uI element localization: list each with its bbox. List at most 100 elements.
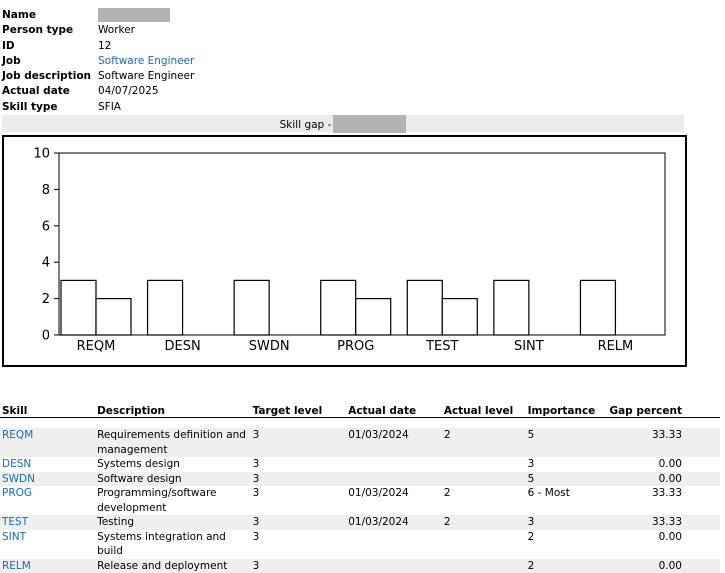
x-tick-label: DESN [164,339,200,354]
person-type-value: Worker [98,23,135,38]
col-header-gap-percent[interactable]: Gap percent [607,401,720,418]
gap-percent: 33.33 [607,428,720,457]
target-level: 3 [251,472,347,487]
skill-type-value: SFIA [98,100,121,115]
target-level-bar [494,280,529,335]
redacted-block [333,115,406,133]
skill-description: Testing [95,515,250,530]
target-level: 3 [251,559,347,573]
importance: 5 [526,472,608,487]
skill-gap-title: Skill gap - [280,119,332,131]
target-level: 3 [251,428,347,457]
table-row: TESTTesting301/03/20242333.33 [0,515,720,530]
target-level: 3 [251,515,347,530]
skill-code-link[interactable]: RELM [0,559,95,573]
info-row-job: JobSoftware Engineer [2,54,194,69]
skill-gap-chart: 0 2 4 6 8 10 REQM DESN SWDN PROG TEST SINT RELM [2,135,687,367]
info-label: ID [2,39,98,54]
actual-date: 01/03/2024 [346,486,442,515]
info-label: Job [2,54,98,69]
actual-level-bar [356,299,391,335]
actual-date: 01/03/2024 [346,428,442,457]
col-header-actual-level[interactable]: Actual level [442,401,526,418]
col-header-actual-date[interactable]: Actual date [346,401,442,418]
table-row: PROGProgramming/software development301/… [0,486,720,515]
y-tick-label: 10 [33,147,50,162]
actual-level [442,472,526,487]
person-info: Name Person typeWorker ID12 JobSoftware … [2,8,194,115]
gap-percent: 0.00 [607,472,720,487]
importance: 3 [526,457,608,472]
table-row: SINTSystems integration and build320.00 [0,530,720,559]
x-tick-label: SWDN [249,339,290,354]
y-tick-label: 0 [42,329,50,344]
skill-description: Systems integration and build [95,530,250,559]
info-label: Job description [2,69,98,84]
actual-date [346,457,442,472]
target-level-bar [148,280,183,335]
actual-date [346,530,442,559]
skill-code-link[interactable]: DESN [0,457,95,472]
table-row: DESNSystems design330.00 [0,457,720,472]
actual-date [346,472,442,487]
target-level: 3 [251,486,347,515]
importance: 2 [526,559,608,573]
chart-svg: 0 2 4 6 8 10 REQM DESN SWDN PROG TEST SINT RELM [4,137,685,365]
y-tick-label: 2 [42,292,50,307]
spacer-row [0,418,720,429]
info-row-id: ID12 [2,39,194,54]
target-level-bar [580,280,615,335]
target-level-bar [407,280,442,335]
col-header-importance[interactable]: Importance [526,401,608,418]
info-row-actual-date: Actual date04/07/2025 [2,84,194,99]
spacer-cell [0,418,720,429]
table-row: SWDNSoftware design3 50.00 [0,472,720,487]
importance: 2 [526,530,608,559]
col-header-target-level[interactable]: Target level [251,401,347,418]
gap-percent: 33.33 [607,515,720,530]
skill-code-link[interactable]: TEST [0,515,95,530]
col-header-description[interactable]: Description [95,401,250,418]
skill-gap-header: Skill gap - [2,115,684,132]
actual-level [442,559,526,573]
info-row-name: Name [2,8,194,23]
actual-level-bar [96,299,131,335]
col-header-skill[interactable]: Skill [0,401,95,418]
skills-table: Skill Description Target level Actual da… [0,401,720,573]
x-tick-label: PROG [337,339,374,354]
y-tick-label: 4 [42,256,50,271]
importance: 6 - Most [526,486,608,515]
table-header-row: Skill Description Target level Actual da… [0,401,720,418]
x-tick-label: TEST [425,339,458,354]
skill-description: Release and deployment [95,559,250,573]
y-tick-label: 6 [42,219,50,234]
x-tick-label: RELM [598,339,634,354]
actual-date-value: 04/07/2025 [98,84,159,99]
y-tick-label: 8 [42,183,50,198]
x-tick-label: SINT [514,339,544,354]
skill-code-link[interactable]: REQM [0,428,95,457]
table-row: REQMRequirements definition and manageme… [0,428,720,457]
gap-percent: 33.33 [607,486,720,515]
actual-level: 2 [442,486,526,515]
target-level-bar [321,280,356,335]
target-level: 3 [251,530,347,559]
job-description-value: Software Engineer [98,69,194,84]
info-label: Name [2,8,98,23]
skill-description: Requirements definition and management [95,428,250,457]
info-label: Actual date [2,84,98,99]
importance: 5 [526,428,608,457]
job-link[interactable]: Software Engineer [98,54,194,69]
actual-date: 01/03/2024 [346,515,442,530]
name-value [98,8,170,23]
id-value: 12 [98,39,111,54]
info-row-person-type: Person typeWorker [2,23,194,38]
importance: 3 [526,515,608,530]
skill-description: Software design [95,472,250,487]
info-label: Person type [2,23,98,38]
x-tick-label: REQM [77,339,116,354]
skill-code-link[interactable]: PROG [0,486,95,515]
skill-code-link[interactable]: SINT [0,530,95,559]
skill-code-link[interactable]: SWDN [0,472,95,487]
redacted-block [98,8,170,22]
